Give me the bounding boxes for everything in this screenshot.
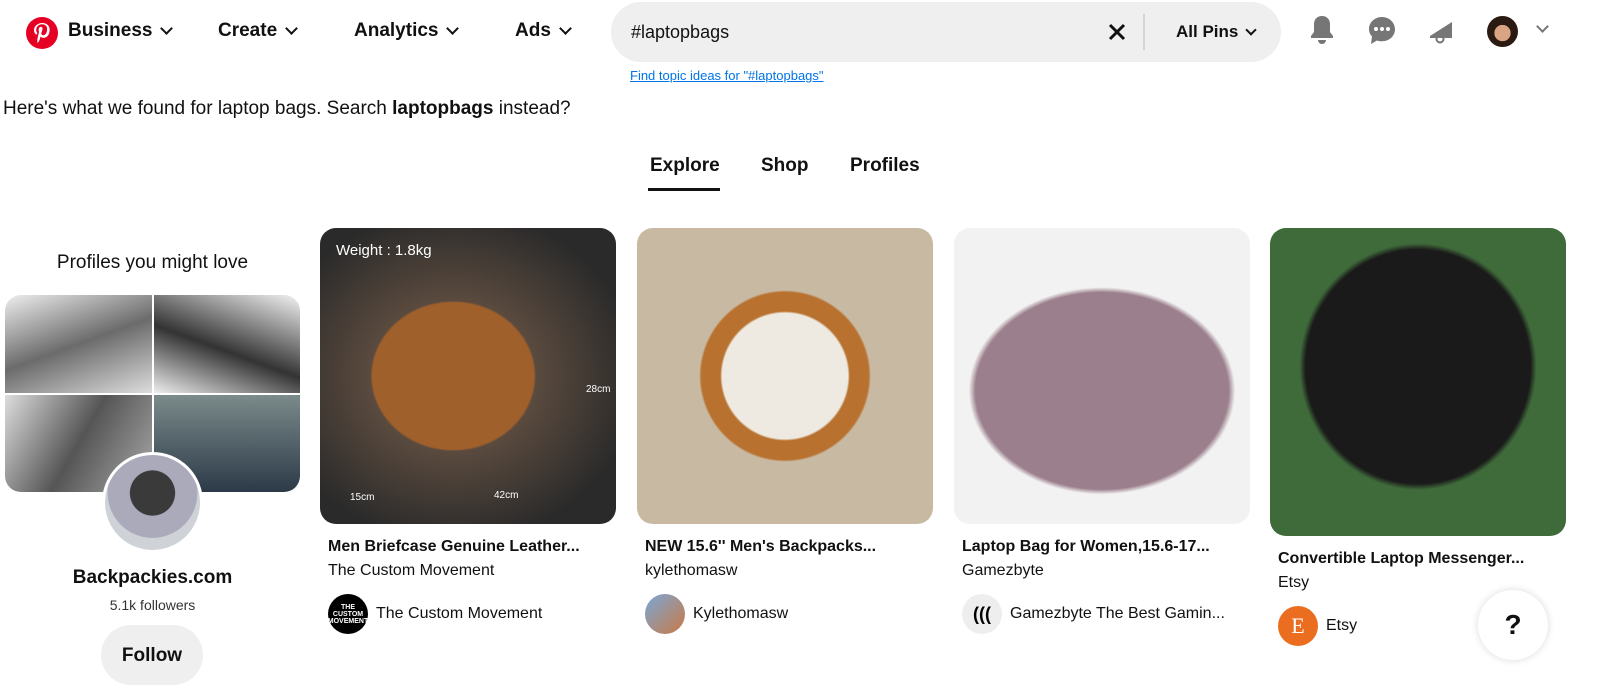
account-chevron-icon[interactable] bbox=[1536, 20, 1549, 33]
nav-label: Business bbox=[68, 20, 153, 41]
pin-subtitle: Gamezbyte bbox=[962, 562, 1044, 579]
pin-title[interactable]: Convertible Laptop Messenger... bbox=[1270, 550, 1566, 568]
clear-search-icon[interactable] bbox=[1108, 23, 1126, 41]
nav-ads[interactable]: Ads bbox=[515, 20, 572, 42]
profiles-heading: Profiles you might love bbox=[56, 252, 249, 273]
follow-button[interactable]: Follow bbox=[101, 625, 203, 685]
creator-avatar[interactable]: ((( bbox=[962, 594, 1002, 634]
nav-business[interactable]: Business bbox=[68, 20, 174, 42]
megaphone-icon[interactable] bbox=[1426, 14, 1458, 46]
pin-card[interactable]: Weight : 1.8kg 28cm 15cm 42cm Men Briefc… bbox=[320, 228, 616, 634]
alt-search-link[interactable]: laptopbags bbox=[392, 98, 493, 119]
chat-icon[interactable] bbox=[1366, 14, 1398, 46]
topic-ideas-link[interactable]: Find topic ideas for "#laptopbags" bbox=[630, 68, 824, 83]
pin-card[interactable]: Laptop Bag for Women,15.6-17... Gamezbyt… bbox=[954, 228, 1250, 634]
nav-analytics[interactable]: Analytics bbox=[354, 20, 460, 42]
chevron-down-icon bbox=[285, 22, 299, 35]
image-overlay-text: 28cm bbox=[586, 384, 611, 395]
tab-explore[interactable]: Explore bbox=[650, 155, 720, 177]
chevron-down-icon bbox=[559, 22, 572, 35]
pin-title[interactable]: Men Briefcase Genuine Leather... bbox=[320, 538, 616, 556]
pin-title[interactable]: NEW 15.6'' Men's Backpacks... bbox=[637, 538, 933, 556]
creator-name[interactable]: Kylethomasw bbox=[693, 605, 788, 623]
filter-dropdown[interactable]: All Pins bbox=[1176, 22, 1258, 42]
search-input[interactable] bbox=[631, 2, 1091, 62]
creator-avatar[interactable]: E bbox=[1278, 606, 1318, 646]
pin-image[interactable] bbox=[1270, 228, 1566, 536]
nav-label: Analytics bbox=[354, 20, 439, 41]
profile-name[interactable]: Backpackies.com bbox=[0, 567, 305, 589]
creator-name[interactable]: The Custom Movement bbox=[376, 605, 542, 623]
notice-text: instead? bbox=[493, 98, 571, 119]
creator-name[interactable]: Gamezbyte The Best Gamin... bbox=[1010, 605, 1225, 623]
image-overlay-text: 42cm bbox=[494, 490, 519, 501]
pin-subtitle: kylethomasw bbox=[645, 562, 738, 579]
tab-profiles[interactable]: Profiles bbox=[850, 155, 920, 177]
image-overlay-text: Weight : 1.8kg bbox=[336, 242, 432, 259]
profile-followers: 5.1k followers bbox=[109, 597, 196, 613]
search-bar: All Pins bbox=[611, 2, 1281, 62]
tab-shop[interactable]: Shop bbox=[761, 155, 809, 177]
active-tab-indicator bbox=[648, 188, 720, 191]
search-notice: Here's what we found for laptop bags. Se… bbox=[3, 98, 571, 120]
nav-label: Ads bbox=[515, 20, 551, 41]
pin-image[interactable] bbox=[954, 228, 1250, 524]
collage-image bbox=[5, 295, 152, 393]
chevron-down-icon bbox=[160, 22, 174, 35]
chevron-down-icon bbox=[446, 22, 460, 35]
avatar[interactable] bbox=[1487, 16, 1518, 47]
pin-subtitle: Etsy bbox=[1278, 574, 1310, 591]
pin-card[interactable]: NEW 15.6'' Men's Backpacks... kylethomas… bbox=[637, 228, 933, 634]
pin-image[interactable] bbox=[637, 228, 933, 524]
pin-subtitle: The Custom Movement bbox=[328, 562, 495, 579]
filter-label: All Pins bbox=[1176, 22, 1239, 41]
nav-label: Create bbox=[218, 20, 278, 41]
chevron-down-icon bbox=[1245, 23, 1258, 36]
creator-avatar[interactable] bbox=[645, 594, 685, 634]
pin-image[interactable]: Weight : 1.8kg 28cm 15cm 42cm bbox=[320, 228, 616, 524]
creator-name[interactable]: Etsy bbox=[1326, 617, 1357, 635]
collage-image bbox=[153, 295, 300, 393]
profile-avatar[interactable] bbox=[102, 452, 203, 553]
pin-card[interactable]: Convertible Laptop Messenger... Etsy E Et… bbox=[1270, 228, 1566, 646]
notice-text: Here's what we found for laptop bags. Se… bbox=[3, 98, 393, 119]
divider bbox=[1143, 14, 1145, 50]
bell-icon[interactable] bbox=[1306, 14, 1338, 46]
creator-avatar[interactable]: THE CUSTOM MOVEMENT bbox=[328, 594, 368, 634]
image-overlay-text: 15cm bbox=[350, 492, 375, 503]
nav-create[interactable]: Create bbox=[218, 20, 299, 42]
pin-title[interactable]: Laptop Bag for Women,15.6-17... bbox=[954, 538, 1250, 556]
help-button[interactable]: ? bbox=[1478, 590, 1548, 660]
pinterest-logo[interactable] bbox=[26, 17, 58, 49]
